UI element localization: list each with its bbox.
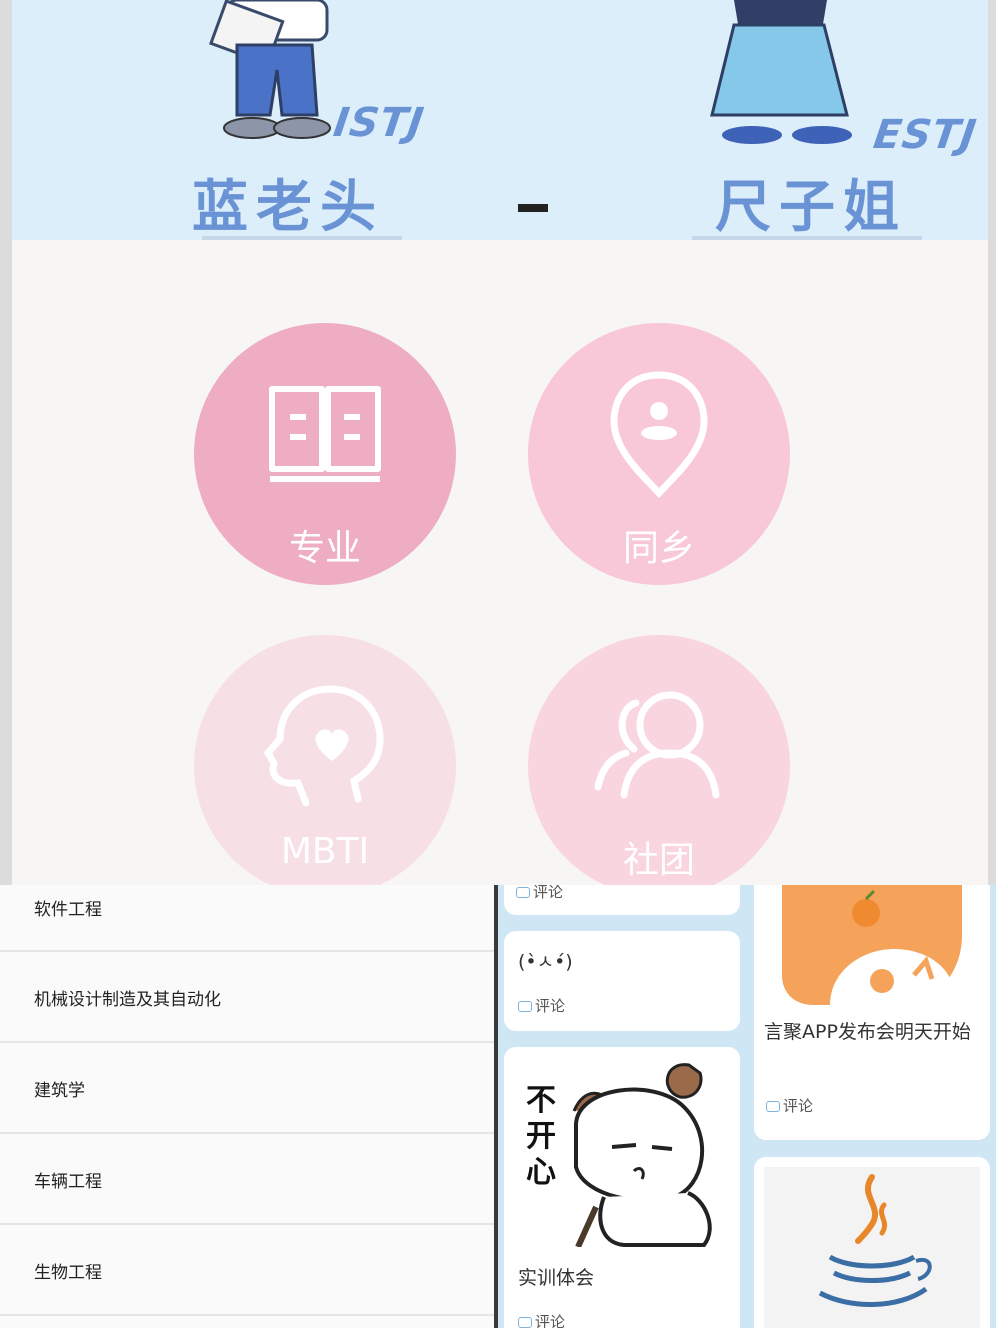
post-card[interactable]: (•̀ㅅ•́) 评论 bbox=[504, 931, 740, 1031]
orange-app-logo-image bbox=[782, 885, 962, 1005]
comment-button[interactable]: 评论 bbox=[766, 1095, 813, 1116]
post-text: 言聚APP发布会明天开始 bbox=[764, 1021, 971, 1043]
comment-label: 评论 bbox=[533, 885, 564, 901]
category-hometown-button[interactable]: 同乡 bbox=[528, 323, 790, 585]
post-card[interactable]: 言聚APP发布会明天开始 评论 bbox=[754, 885, 990, 1140]
java-logo-image bbox=[764, 1167, 980, 1328]
post-card[interactable]: 评论 bbox=[504, 885, 740, 915]
comment-label: 评论 bbox=[535, 997, 566, 1015]
left-mbti-tag: ISTJ bbox=[330, 100, 428, 146]
post-card[interactable]: 不开心 实训体会 评论 bbox=[504, 1047, 740, 1328]
sticker-text: 不开心 bbox=[526, 1083, 556, 1190]
left-character-illustration bbox=[209, 0, 331, 139]
list-item-label: 机械设计制造及其自动化 bbox=[34, 990, 221, 1010]
post-card[interactable] bbox=[754, 1157, 990, 1328]
screen-frame-left bbox=[0, 0, 12, 885]
list-item-label: 建筑学 bbox=[34, 1081, 85, 1101]
comment-label: 评论 bbox=[783, 1097, 814, 1115]
left-character-name: 蓝老头 bbox=[192, 174, 384, 240]
list-item[interactable]: 建筑学 bbox=[0, 1042, 494, 1134]
list-item[interactable]: 机械设计制造及其自动化 bbox=[0, 951, 494, 1043]
banner[interactable]: ISTJ ESTJ 蓝老头 尺子姐 bbox=[12, 0, 988, 240]
category-club-label: 社团 bbox=[622, 840, 695, 881]
comment-button[interactable]: 评论 bbox=[516, 885, 563, 902]
category-hometown-label: 同乡 bbox=[622, 528, 695, 569]
list-item-label: 生物工程 bbox=[34, 1263, 102, 1283]
post-text: (•̀ㅅ•́) bbox=[518, 951, 573, 973]
comment-label: 评论 bbox=[535, 1313, 566, 1328]
majors-list: 软件工程 机械设计制造及其自动化 建筑学 车辆工程 生物工程 bbox=[0, 885, 494, 1328]
post-feed: 评论 (•̀ㅅ•́) 评论 不开心 实训体会 评论 言聚APP发布会明天开始 评… bbox=[498, 885, 996, 1328]
app-screen: ISTJ ESTJ 蓝老头 尺子姐 专业 同乡 MBTI 社团 bbox=[0, 0, 996, 885]
right-character-name: 尺子姐 bbox=[715, 174, 907, 240]
screen-frame-right bbox=[988, 0, 996, 885]
right-character-illustration bbox=[710, 0, 852, 144]
category-club-button[interactable]: 社团 bbox=[528, 635, 790, 885]
right-mbti-tag: ESTJ bbox=[870, 112, 980, 158]
list-item-label: 车辆工程 bbox=[34, 1172, 102, 1192]
list-item-label: 软件工程 bbox=[34, 900, 102, 920]
banner-separator bbox=[518, 204, 548, 212]
comment-icon bbox=[516, 887, 530, 898]
comment-icon bbox=[518, 1317, 532, 1328]
category-major-button[interactable]: 专业 bbox=[194, 323, 456, 585]
comment-icon bbox=[766, 1101, 780, 1112]
list-item[interactable]: 软件工程 bbox=[0, 885, 494, 952]
comment-icon bbox=[518, 1001, 532, 1012]
category-mbti-button[interactable]: MBTI bbox=[194, 635, 456, 885]
post-text: 实训体会 bbox=[518, 1267, 595, 1289]
list-item[interactable]: 车辆工程 bbox=[0, 1133, 494, 1225]
list-item[interactable]: 生物工程 bbox=[0, 1224, 494, 1316]
category-mbti-label: MBTI bbox=[280, 831, 370, 872]
comment-button[interactable]: 评论 bbox=[518, 995, 565, 1016]
category-major-label: 专业 bbox=[288, 528, 361, 569]
comment-button[interactable]: 评论 bbox=[518, 1311, 565, 1328]
